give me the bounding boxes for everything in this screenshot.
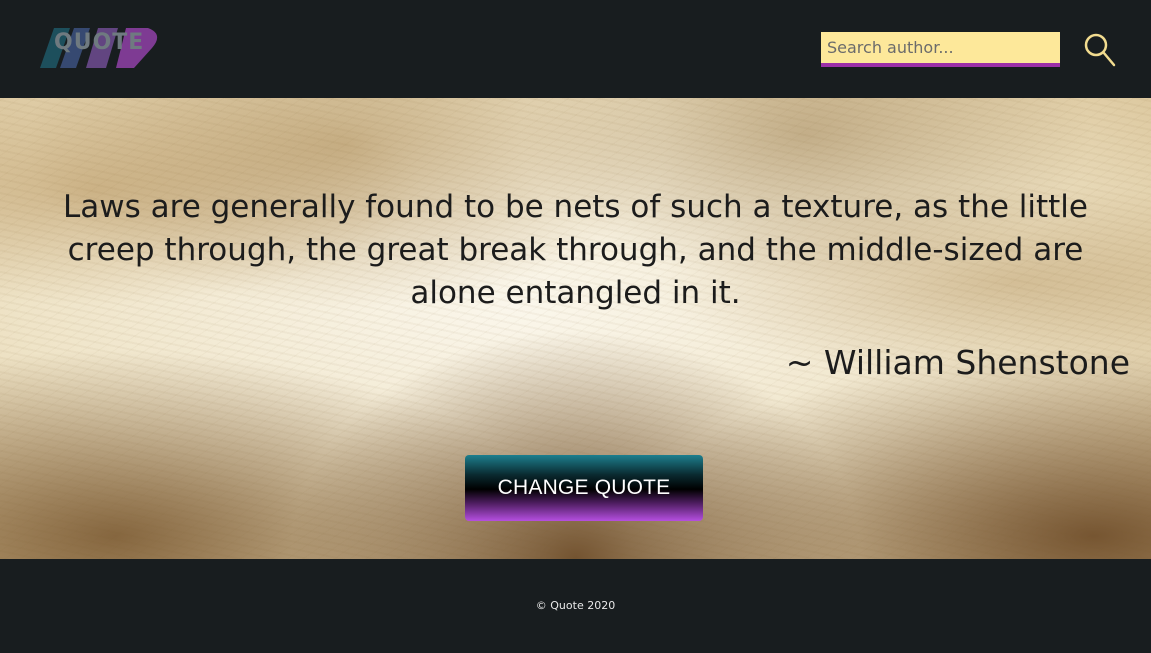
logo[interactable]: QUOTE (36, 24, 162, 72)
footer: © Quote 2020 (0, 559, 1151, 653)
header: QUOTE (0, 0, 1151, 98)
search-icon (1084, 33, 1116, 67)
logo-text: QUOTE (54, 30, 145, 55)
quote-panel: Laws are generally found to be nets of s… (0, 98, 1151, 559)
quote-text: Laws are generally found to be nets of s… (63, 189, 1088, 311)
quote-author: ~ William Shenstone (785, 343, 1130, 382)
search-author-input[interactable] (821, 32, 1060, 67)
change-quote-button[interactable]: CHANGE QUOTE (465, 455, 703, 521)
search-button[interactable] (1082, 30, 1118, 70)
copyright-text: © Quote 2020 (535, 599, 616, 612)
